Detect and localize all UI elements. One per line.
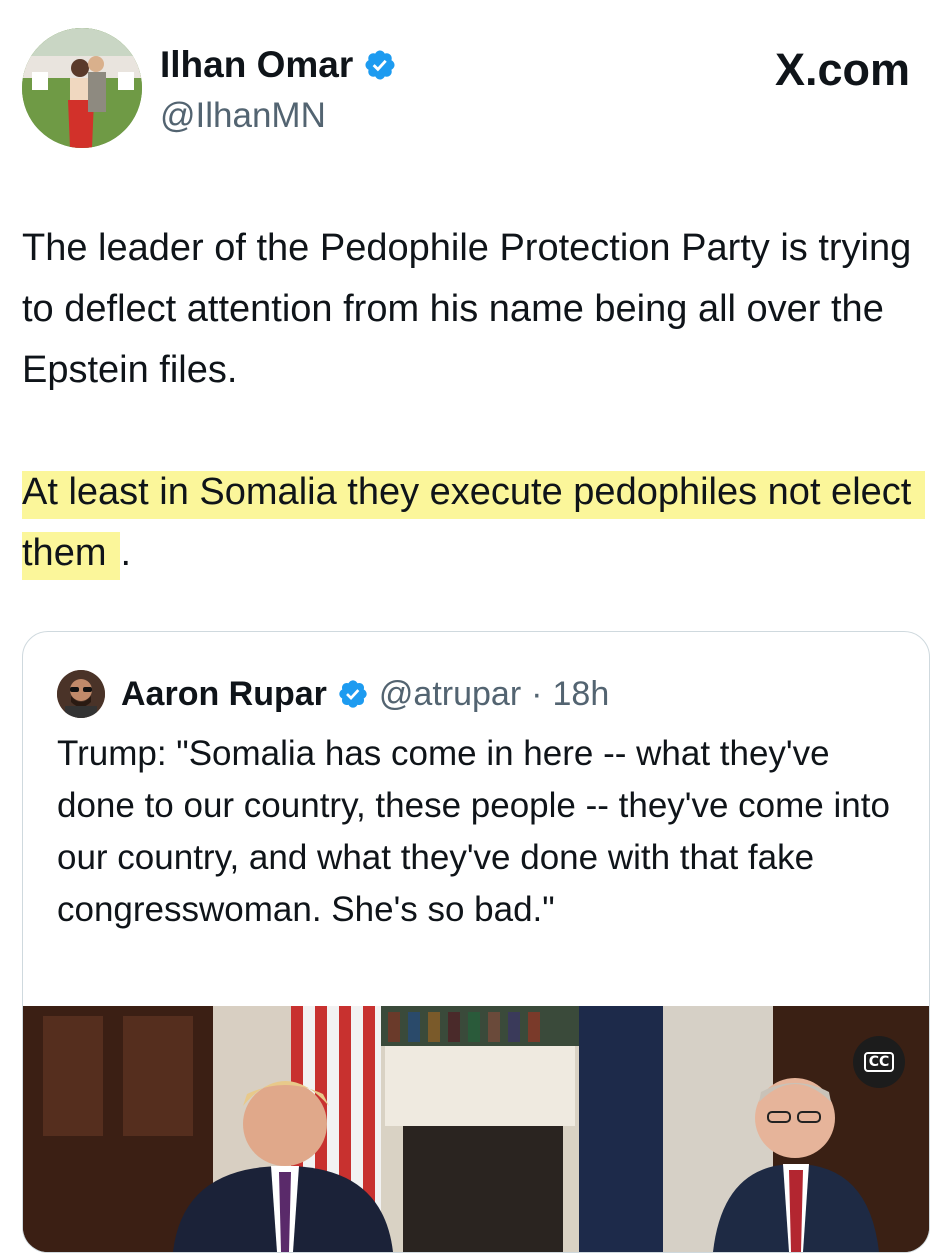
closed-captions-icon: CC [863,1052,895,1072]
author-name-row[interactable]: Ilhan Omar [160,44,397,86]
quote-header: Aaron Rupar @atrupar · 18h [57,670,609,718]
quoted-tweet-card[interactable]: Aaron Rupar @atrupar · 18h Trump: "Somal… [22,631,930,1253]
tweet-text: The leader of the Pedophile Protection P… [22,218,926,584]
quote-author-avatar[interactable] [57,670,105,718]
video-thumbnail [23,1006,929,1252]
tweet-paragraph-2-end: . [120,532,132,574]
quote-avatar-photo [57,670,105,718]
author-avatar-photo [22,28,142,148]
quote-author-handle[interactable]: @atrupar [379,675,521,714]
video-player[interactable]: CC [23,1006,929,1252]
tweet-paragraph-2: At least in Somalia they execute pedophi… [22,462,926,584]
brand-label: X.com [774,44,910,95]
author-avatar[interactable] [22,28,142,148]
highlighted-text: At least in Somalia they execute pedophi… [22,471,926,580]
tweet-paragraph-1: The leader of the Pedophile Protection P… [22,227,912,391]
verified-badge-icon [363,48,397,82]
author-name[interactable]: Ilhan Omar [160,44,353,86]
closed-captions-button[interactable]: CC [853,1036,905,1088]
quote-timestamp[interactable]: 18h [553,675,610,714]
author-handle[interactable]: @IlhanMN [160,96,326,136]
quote-text: Trump: "Somalia has come in here -- what… [57,734,890,929]
dot-separator: · [531,674,543,713]
quote-author-name[interactable]: Aaron Rupar [121,675,327,714]
verified-badge-icon [337,678,369,710]
